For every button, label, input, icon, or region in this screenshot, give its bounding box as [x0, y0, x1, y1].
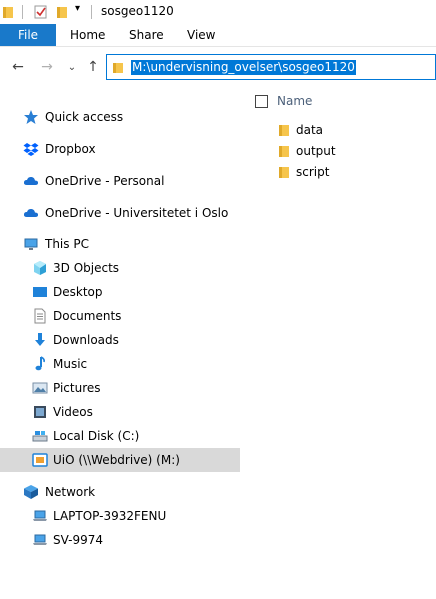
folder-icon [278, 143, 290, 162]
ribbon: File Home Share View [0, 24, 436, 47]
nav-item-onedrive-uio[interactable]: OneDrive - Universitetet i Oslo [0, 201, 240, 225]
computer-icon [32, 508, 48, 524]
video-icon [32, 404, 48, 420]
nav-item-desktop[interactable]: Desktop [0, 280, 240, 304]
forward-arrow-icon[interactable]: → [37, 57, 57, 77]
list-item[interactable]: script [240, 162, 436, 182]
music-icon [32, 356, 48, 372]
computer-icon [32, 532, 48, 548]
document-icon [32, 308, 48, 324]
up-arrow-icon[interactable]: ↑ [83, 57, 103, 77]
nav-item-3d-objects[interactable]: 3D Objects [0, 256, 240, 280]
back-arrow-icon[interactable]: ← [8, 57, 28, 77]
folder-icon [278, 122, 290, 141]
desktop-icon [32, 284, 48, 300]
nav-item-this-pc[interactable]: This PC [0, 232, 240, 256]
folder-icon [112, 61, 124, 78]
star-icon [23, 109, 39, 125]
window-title: sosgeo1120 [101, 4, 174, 18]
address-toolbar: ← → ⌄ ↑ M:\undervisning_ovelser\sosgeo11… [0, 47, 436, 89]
nav-item-quick-access[interactable]: Quick access [0, 105, 240, 129]
new-folder-icon[interactable] [56, 4, 68, 23]
nav-item-music[interactable]: Music [0, 352, 240, 376]
address-bar[interactable]: M:\undervisning_ovelser\sosgeo1120 [106, 54, 436, 80]
nav-item-local-disk[interactable]: Local Disk (C:) [0, 424, 240, 448]
dropbox-icon [23, 141, 39, 157]
file-list: Name data output script [240, 94, 436, 599]
nav-item-onedrive-personal[interactable]: OneDrive - Personal [0, 169, 240, 193]
folder-icon [278, 164, 290, 183]
navigation-pane: Quick access Dropbox OneDrive - Personal… [0, 95, 240, 599]
title-bar: ▾ sosgeo1120 [0, 0, 436, 24]
folder-icon[interactable] [2, 4, 14, 23]
properties-icon[interactable] [33, 4, 49, 23]
cloud-icon [23, 173, 39, 189]
nav-item-uio-webdrive[interactable]: UiO (\\Webdrive) (M:) [0, 448, 240, 472]
customize-toolbar-icon[interactable]: ▾ [75, 3, 80, 14]
download-icon [32, 332, 48, 348]
nav-item-downloads[interactable]: Downloads [0, 328, 240, 352]
file-name: output [296, 144, 336, 158]
file-tab[interactable]: File [0, 24, 56, 46]
cloud-icon [23, 205, 39, 221]
list-item[interactable]: data [240, 120, 436, 140]
nav-item-pictures[interactable]: Pictures [0, 376, 240, 400]
file-name: script [296, 165, 330, 179]
tab-home[interactable]: Home [70, 24, 105, 46]
nav-item-dropbox[interactable]: Dropbox [0, 137, 240, 161]
tab-view[interactable]: View [187, 24, 215, 46]
cube-icon [32, 260, 48, 276]
column-header-name[interactable]: Name [277, 94, 312, 108]
network-icon [23, 484, 39, 500]
nav-item-sv-9974[interactable]: SV-9974 [0, 528, 240, 552]
list-item[interactable]: output [240, 141, 436, 161]
tab-share[interactable]: Share [129, 24, 164, 46]
nav-item-videos[interactable]: Videos [0, 400, 240, 424]
address-path[interactable]: M:\undervisning_ovelser\sosgeo1120 [131, 60, 356, 75]
nav-item-documents[interactable]: Documents [0, 304, 240, 328]
nav-item-laptop[interactable]: LAPTOP-3932FENU [0, 504, 240, 528]
network-drive-icon [32, 452, 48, 468]
disk-icon [32, 428, 48, 444]
picture-icon [32, 380, 48, 396]
nav-item-network[interactable]: Network [0, 480, 240, 504]
file-name: data [296, 123, 324, 137]
select-all-checkbox[interactable] [255, 95, 268, 108]
computer-icon [23, 236, 39, 252]
recent-locations-icon[interactable]: ⌄ [62, 57, 82, 77]
